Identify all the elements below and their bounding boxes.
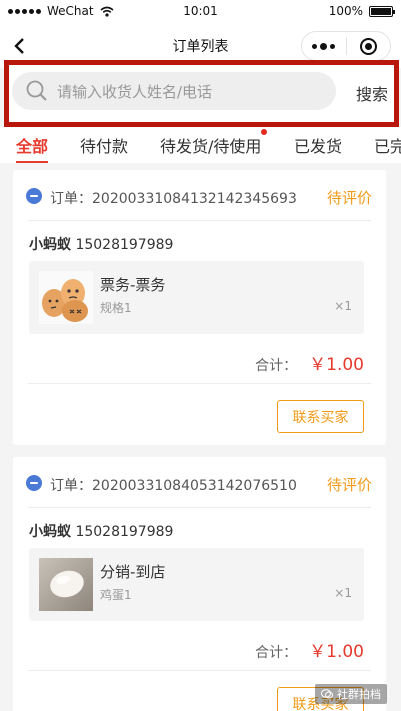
order-card: 订单：20200331084053142076510 待评价 小蚂蚁 15028… xyxy=(13,457,386,711)
order-label: 订单： xyxy=(50,191,92,207)
search-placeholder: 请输入收货人姓名/电话 xyxy=(57,83,213,101)
divider xyxy=(28,383,371,384)
product-quantity: ×1 xyxy=(334,586,352,600)
order-status: 待评价 xyxy=(326,189,372,207)
tab-all[interactable]: 全部 xyxy=(16,133,48,157)
order-card: 订单：20200331084132142345693 待评价 小蚂蚁 15028… xyxy=(13,170,386,445)
total-amount: ￥1.00 xyxy=(309,355,364,375)
watermark-text: 社群拍档 xyxy=(337,688,381,701)
order-number-value: 20200331084053142076510 xyxy=(92,478,297,494)
close-mini-program-button[interactable] xyxy=(347,32,391,60)
order-icon xyxy=(26,188,42,204)
search-area: 请输入收货人姓名/电话 搜索 xyxy=(4,60,399,127)
product-thumbnail xyxy=(39,558,93,611)
tab-pending-payment[interactable]: 待付款 xyxy=(80,133,128,157)
more-button[interactable] xyxy=(302,32,346,60)
watermark: 社群拍档 xyxy=(315,684,387,704)
order-label: 订单： xyxy=(50,478,92,494)
order-total: 合计： ￥1.00 xyxy=(255,637,364,662)
divider xyxy=(28,507,371,508)
page: WeChat 10:01 100% 订单列表 请输入收货人姓名/电话 搜索 全部… xyxy=(0,0,401,711)
product-name: 分销-到店 xyxy=(100,563,166,581)
order-total: 合计： ￥1.00 xyxy=(255,350,364,375)
order-number: 订单：20200331084053142076510 xyxy=(50,475,297,495)
status-bar: WeChat 10:01 100% xyxy=(0,0,401,24)
target-icon xyxy=(359,37,377,55)
tab-pending-shipment[interactable]: 待发货/待使用 xyxy=(160,133,261,157)
product-name: 票务-票务 xyxy=(100,276,166,294)
total-label: 合计： xyxy=(255,358,298,374)
battery-icon xyxy=(369,5,395,17)
mini-program-capsule xyxy=(301,31,391,61)
contact-buyer-button[interactable]: 联系买家 xyxy=(277,400,364,433)
order-status: 待评价 xyxy=(326,476,372,494)
buyer-info: 小蚂蚁 15028197989 xyxy=(29,234,173,254)
product-spec: 规格1 xyxy=(100,301,132,315)
order-header: 订单：20200331084132142345693 待评价 xyxy=(13,170,386,220)
order-tabs: 全部 待付款 待发货/待使用 已发货 已完 xyxy=(0,127,401,163)
wechat-icon xyxy=(321,689,333,699)
order-icon xyxy=(26,475,42,491)
tab-completed[interactable]: 已完 xyxy=(374,133,401,157)
search-button[interactable]: 搜索 xyxy=(356,81,388,105)
total-label: 合计： xyxy=(255,645,298,661)
product-item[interactable]: 分销-到店 鸡蛋1 ×1 xyxy=(29,548,364,621)
buyer-info: 小蚂蚁 15028197989 xyxy=(29,521,173,541)
status-right: 100% xyxy=(328,4,395,18)
order-number-value: 20200331084132142345693 xyxy=(92,191,297,207)
divider xyxy=(28,220,371,221)
more-dots-icon xyxy=(312,42,336,50)
active-tab-indicator xyxy=(16,161,48,163)
tab-shipped[interactable]: 已发货 xyxy=(294,133,342,157)
product-item[interactable]: 票务-票务 规格1 ×1 xyxy=(29,261,364,334)
buyer-phone: 15028197989 xyxy=(75,524,174,540)
product-spec: 鸡蛋1 xyxy=(100,588,132,602)
order-number: 订单：20200331084132142345693 xyxy=(50,188,297,208)
buyer-phone: 15028197989 xyxy=(75,237,174,253)
notification-dot xyxy=(261,129,267,135)
battery-percent: 100% xyxy=(328,4,363,18)
total-amount: ￥1.00 xyxy=(309,642,364,662)
order-header: 订单：20200331084053142076510 待评价 xyxy=(13,457,386,507)
search-input[interactable]: 请输入收货人姓名/电话 xyxy=(12,72,336,110)
buyer-name: 小蚂蚁 xyxy=(29,237,71,253)
divider xyxy=(28,670,371,671)
product-quantity: ×1 xyxy=(334,299,352,313)
search-icon xyxy=(26,80,47,101)
buyer-name: 小蚂蚁 xyxy=(29,524,71,540)
product-thumbnail xyxy=(39,271,93,324)
